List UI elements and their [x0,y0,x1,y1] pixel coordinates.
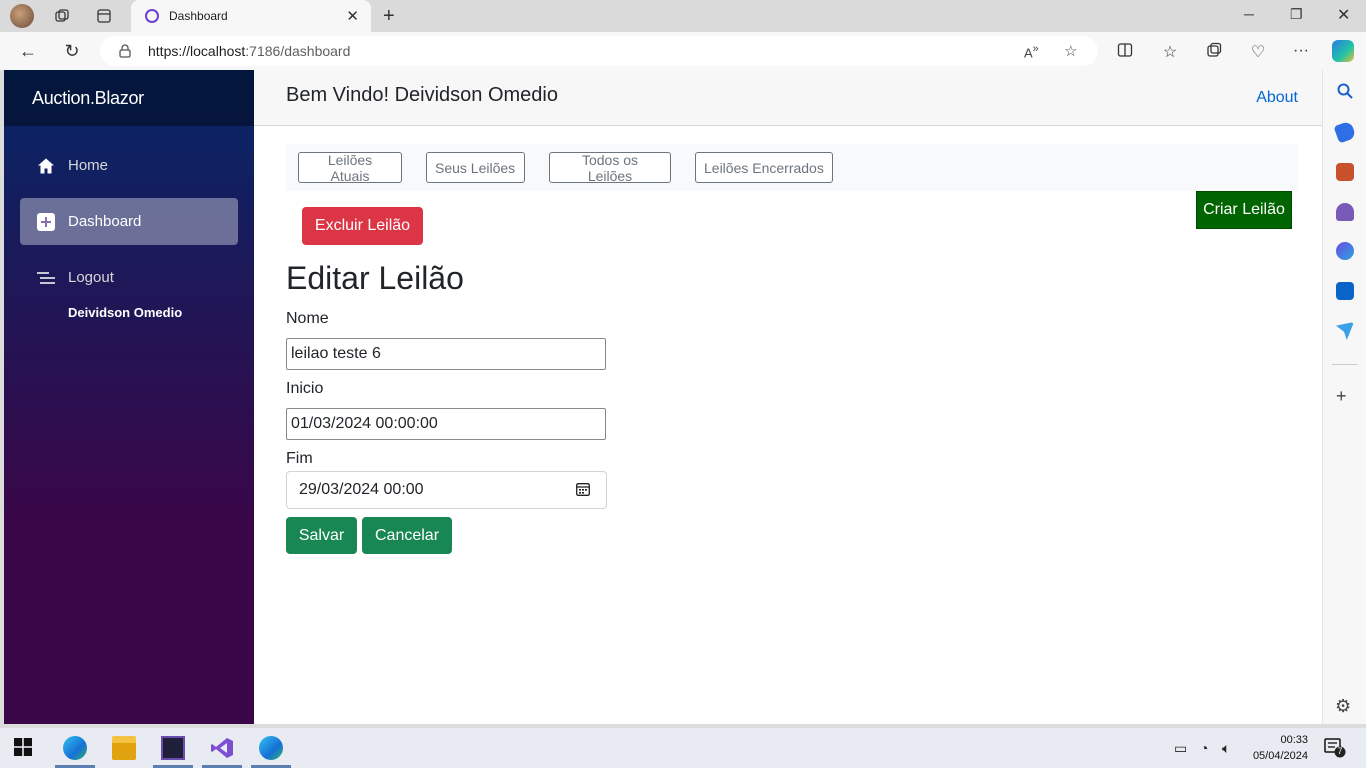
sidebar-divider [1332,364,1358,365]
name-label: Nome [286,310,329,327]
home-icon [36,156,56,176]
tools-briefcase-icon[interactable] [1336,163,1354,181]
notification-count: 7 [1337,746,1343,756]
browser-toolbar: ← ↻ https://localhost:7186/dashboard A» … [0,32,1366,70]
sidebar-settings-icon[interactable]: ⚙ [1335,696,1351,717]
add-sidebar-app-icon[interactable]: + [1336,386,1347,407]
nav-item-label: Logout [68,269,114,286]
tab-leiloes-atuais[interactable]: Leilões Atuais [298,152,402,184]
address-bar[interactable]: https://localhost:7186/dashboard A» ☆ [100,36,1098,66]
list-icon [36,268,56,288]
outlook-icon[interactable] [1336,282,1354,300]
tab-seus-leiloes[interactable]: Seus Leilões [426,152,525,183]
page-title: Editar Leilão [286,260,464,296]
start-date-input[interactable] [286,408,606,440]
welcome-message: Bem Vindo! Deividson Omedio [286,84,558,106]
calendar-icon[interactable] [576,482,592,498]
favorite-star-icon[interactable]: ☆ [1064,42,1077,60]
volume-icon[interactable]: 🔈︎ [1222,740,1230,757]
lock-icon[interactable] [118,44,132,58]
create-auction-button[interactable]: Criar Leilão [1196,191,1292,229]
minimize-icon[interactable]: ─ [1244,6,1254,22]
auction-tabs: Leilões Atuais Seus Leilões Todos os Lei… [286,144,1298,191]
windows-taskbar: ▭ ◔ 🔈︎ 00:33 05/04/2024 7 [0,728,1366,768]
nav-item-label: Dashboard [68,213,142,230]
browser-essentials-icon[interactable]: ♡ [1248,42,1268,62]
battery-icon[interactable]: ▭ [1174,740,1187,757]
search-icon[interactable] [1336,82,1354,100]
top-row: Bem Vindo! Deividson Omedio About [254,70,1322,126]
browser-tab-strip: Dashboard ✕ + ─ ❐ ✕ [0,0,1366,32]
user-name: Deividson Omedio [68,305,183,320]
clock-time: 00:33 [1280,734,1308,746]
brand-title[interactable]: Auction.Blazor [32,88,144,109]
new-tab-icon[interactable]: + [383,5,395,28]
visual-studio-icon[interactable] [210,736,234,760]
back-icon[interactable]: ← [18,41,38,62]
favorites-icon[interactable]: ☆ [1160,42,1180,62]
nav-item-label: Home [68,157,109,174]
split-screen-icon[interactable] [1115,42,1135,63]
app-sidebar: Auction.Blazor Home Dashboard Logout Dei… [4,70,254,724]
cancel-button[interactable]: Cancelar [362,517,452,554]
refresh-icon[interactable]: ↻ [62,41,82,62]
edge-sidebar: + ⚙ [1322,70,1366,724]
profile-avatar[interactable] [10,4,34,28]
clock-date: 05/04/2024 [1252,750,1308,762]
microsoft-365-icon[interactable] [1336,242,1354,260]
copilot-icon[interactable] [1332,40,1354,62]
workspaces-icon[interactable] [52,6,72,26]
drop-send-icon[interactable] [1336,322,1354,340]
save-button[interactable]: Salvar [286,517,357,554]
url-text: https://localhost:7186/dashboard [148,43,351,59]
file-explorer-icon[interactable] [112,736,136,760]
app-window: Auction.Blazor Home Dashboard Logout Dei… [4,70,1322,724]
more-menu-icon[interactable]: ··· [1291,42,1311,60]
collections-icon[interactable] [1204,42,1224,63]
browser-tab[interactable]: Dashboard ✕ [131,0,371,32]
games-icon[interactable] [1336,203,1354,221]
tab-actions-icon[interactable] [94,6,114,26]
windows-start-icon[interactable] [14,738,34,758]
notification-center-icon[interactable]: 7 [1324,738,1346,758]
edge-taskbar-icon-2[interactable] [259,736,283,760]
read-aloud-icon[interactable]: A» [1024,43,1039,60]
main-content: Bem Vindo! Deividson Omedio About Leilõe… [254,70,1322,724]
close-window-icon[interactable]: ✕ [1337,5,1350,25]
network-icon[interactable]: ◔ [1200,740,1208,756]
nav-item-dashboard[interactable]: Dashboard [20,198,238,245]
tab-todos-os-leiloes[interactable]: Todos os Leilões [549,152,671,184]
plus-square-icon [36,212,56,232]
brand-bar: Auction.Blazor [4,70,254,126]
about-link[interactable]: About [1256,89,1298,107]
end-date-input[interactable]: 29/03/2024 00:00 [286,471,607,509]
name-input[interactable] [286,338,606,370]
end-date-value: 29/03/2024 00:00 [299,481,424,498]
start-label: Inicio [286,380,324,397]
tab-leiloes-encerrados[interactable]: Leilões Encerrados [695,152,833,183]
tab-title: Dashboard [169,9,228,23]
delete-auction-button[interactable]: Excluir Leilão [302,207,423,245]
edge-taskbar-icon[interactable] [63,736,87,760]
restore-icon[interactable]: ❐ [1290,6,1303,23]
blazor-favicon-icon [145,9,159,23]
close-tab-icon[interactable]: ✕ [346,7,359,25]
shopping-tag-icon[interactable] [1333,120,1357,144]
end-label: Fim [286,450,313,467]
system-clock[interactable]: 00:33 05/04/2024 [1248,732,1308,764]
nav-item-logout[interactable]: Logout [20,254,238,301]
terminal-icon[interactable] [161,736,185,760]
nav-item-home[interactable]: Home [20,142,238,189]
